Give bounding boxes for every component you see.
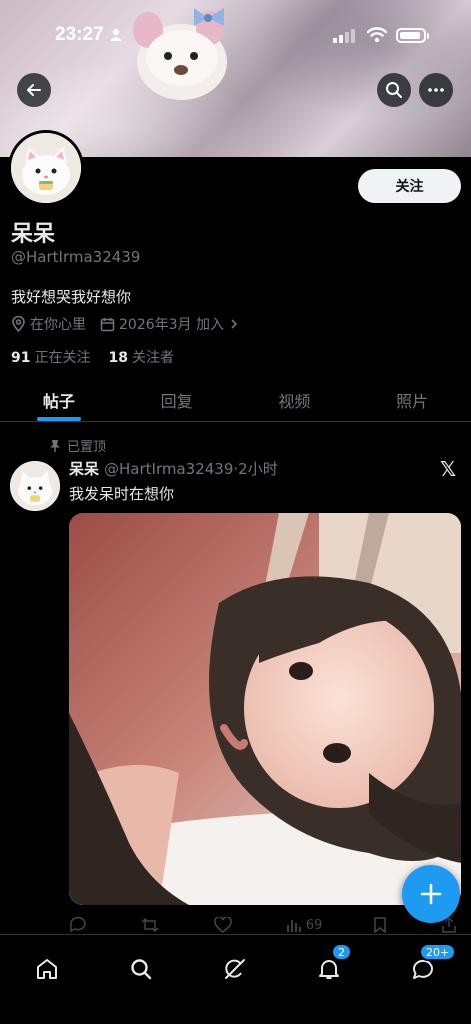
post-photo[interactable] — [69, 513, 461, 905]
messages-badge: 20+ — [419, 943, 457, 961]
post-header: 呆呆 @HartIrma32439 ·2小时 — [69, 458, 278, 479]
post-actions: 69 — [69, 914, 461, 936]
follow-stats: 91 正在关注 18 关注者 — [11, 347, 192, 367]
joined-text: 2026年3月 加入 — [119, 317, 224, 333]
profile-location: 在你心里 — [11, 314, 86, 334]
views-action[interactable]: 69 — [286, 917, 323, 933]
repost-action[interactable] — [141, 917, 163, 933]
follow-button[interactable]: 关注 — [358, 169, 461, 203]
search-profile-button[interactable] — [377, 73, 411, 107]
tab-replies[interactable]: 回复 — [118, 378, 236, 421]
pinned-label: 已置顶 — [67, 440, 107, 455]
search-icon — [386, 82, 402, 98]
x-logo-icon: 𝕏 — [440, 457, 457, 481]
bookmark-icon — [373, 917, 386, 933]
back-button[interactable] — [17, 73, 51, 107]
profile-display-name: 呆呆 — [11, 222, 56, 247]
battery-icon — [396, 28, 429, 43]
profile-handle: @HartIrma32439 — [11, 248, 141, 266]
chevron-right-icon — [231, 319, 238, 329]
nav-grok[interactable] — [215, 949, 255, 989]
nav-notifications[interactable]: 2 — [309, 943, 352, 989]
post-text: 我发呆时在想你 — [69, 485, 175, 503]
pinned-indicator: 已置顶 — [49, 436, 106, 455]
tab-videos[interactable]: 视频 — [236, 378, 354, 421]
profile-avatar[interactable] — [8, 130, 84, 206]
location-pin-icon — [12, 316, 25, 332]
bookmark-action[interactable] — [373, 917, 391, 933]
bottom-navigation: 2 20+ — [0, 934, 471, 1024]
more-options-button[interactable] — [419, 73, 453, 107]
analytics-icon — [286, 920, 301, 932]
status-time: 23:27 — [55, 24, 104, 45]
post-author-avatar[interactable] — [10, 461, 60, 511]
wifi-icon — [367, 27, 387, 43]
tab-posts[interactable]: 帖子 — [0, 378, 118, 421]
profile-joined[interactable]: 2026年3月 加入 — [100, 314, 244, 334]
repost-icon — [141, 917, 159, 933]
post-author-handle: @HartIrma32439 — [104, 459, 234, 478]
cat-avatar-image — [11, 133, 81, 203]
grok-icon — [225, 959, 245, 979]
cellular-signal-icon — [333, 29, 355, 43]
calendar-icon — [100, 317, 115, 331]
more-horizontal-icon — [428, 88, 444, 92]
arrow-left-icon — [27, 84, 41, 96]
cat-avatar-image — [10, 461, 60, 511]
pin-icon — [50, 440, 60, 452]
status-bar: 23:27 — [0, 0, 471, 70]
post-author-name[interactable]: 呆呆 — [69, 458, 99, 479]
plus-icon — [420, 883, 442, 905]
followers-stat[interactable]: 18 关注者 — [108, 347, 173, 367]
following-stat[interactable]: 91 正在关注 — [11, 347, 90, 367]
heart-icon — [213, 917, 232, 933]
notifications-badge: 2 — [331, 943, 352, 961]
location-text: 在你心里 — [30, 317, 86, 333]
reply-action[interactable] — [69, 917, 91, 933]
compose-post-button[interactable] — [402, 865, 460, 923]
home-icon — [37, 959, 57, 979]
nav-messages[interactable]: 20+ — [403, 943, 457, 989]
post-time: ·2小时 — [233, 460, 278, 478]
tab-photos[interactable]: 照片 — [353, 378, 471, 421]
followers-count: 18 — [108, 350, 128, 366]
profile-tabs: 帖子 回复 视频 照片 — [0, 378, 471, 422]
person-icon — [110, 28, 122, 41]
nav-search[interactable] — [121, 949, 161, 989]
reply-icon — [70, 917, 86, 933]
profile-bio: 我好想哭我好想你 — [11, 288, 132, 306]
like-action[interactable] — [213, 917, 236, 933]
followers-label: 关注者 — [131, 350, 174, 366]
profile-meta: 在你心里 2026年3月 加入 — [11, 314, 258, 334]
following-count: 91 — [11, 350, 31, 366]
portrait-photo-image — [69, 513, 461, 905]
views-count: 69 — [305, 917, 323, 933]
search-icon — [131, 959, 152, 980]
nav-home[interactable] — [27, 949, 67, 989]
following-label: 正在关注 — [34, 350, 91, 366]
